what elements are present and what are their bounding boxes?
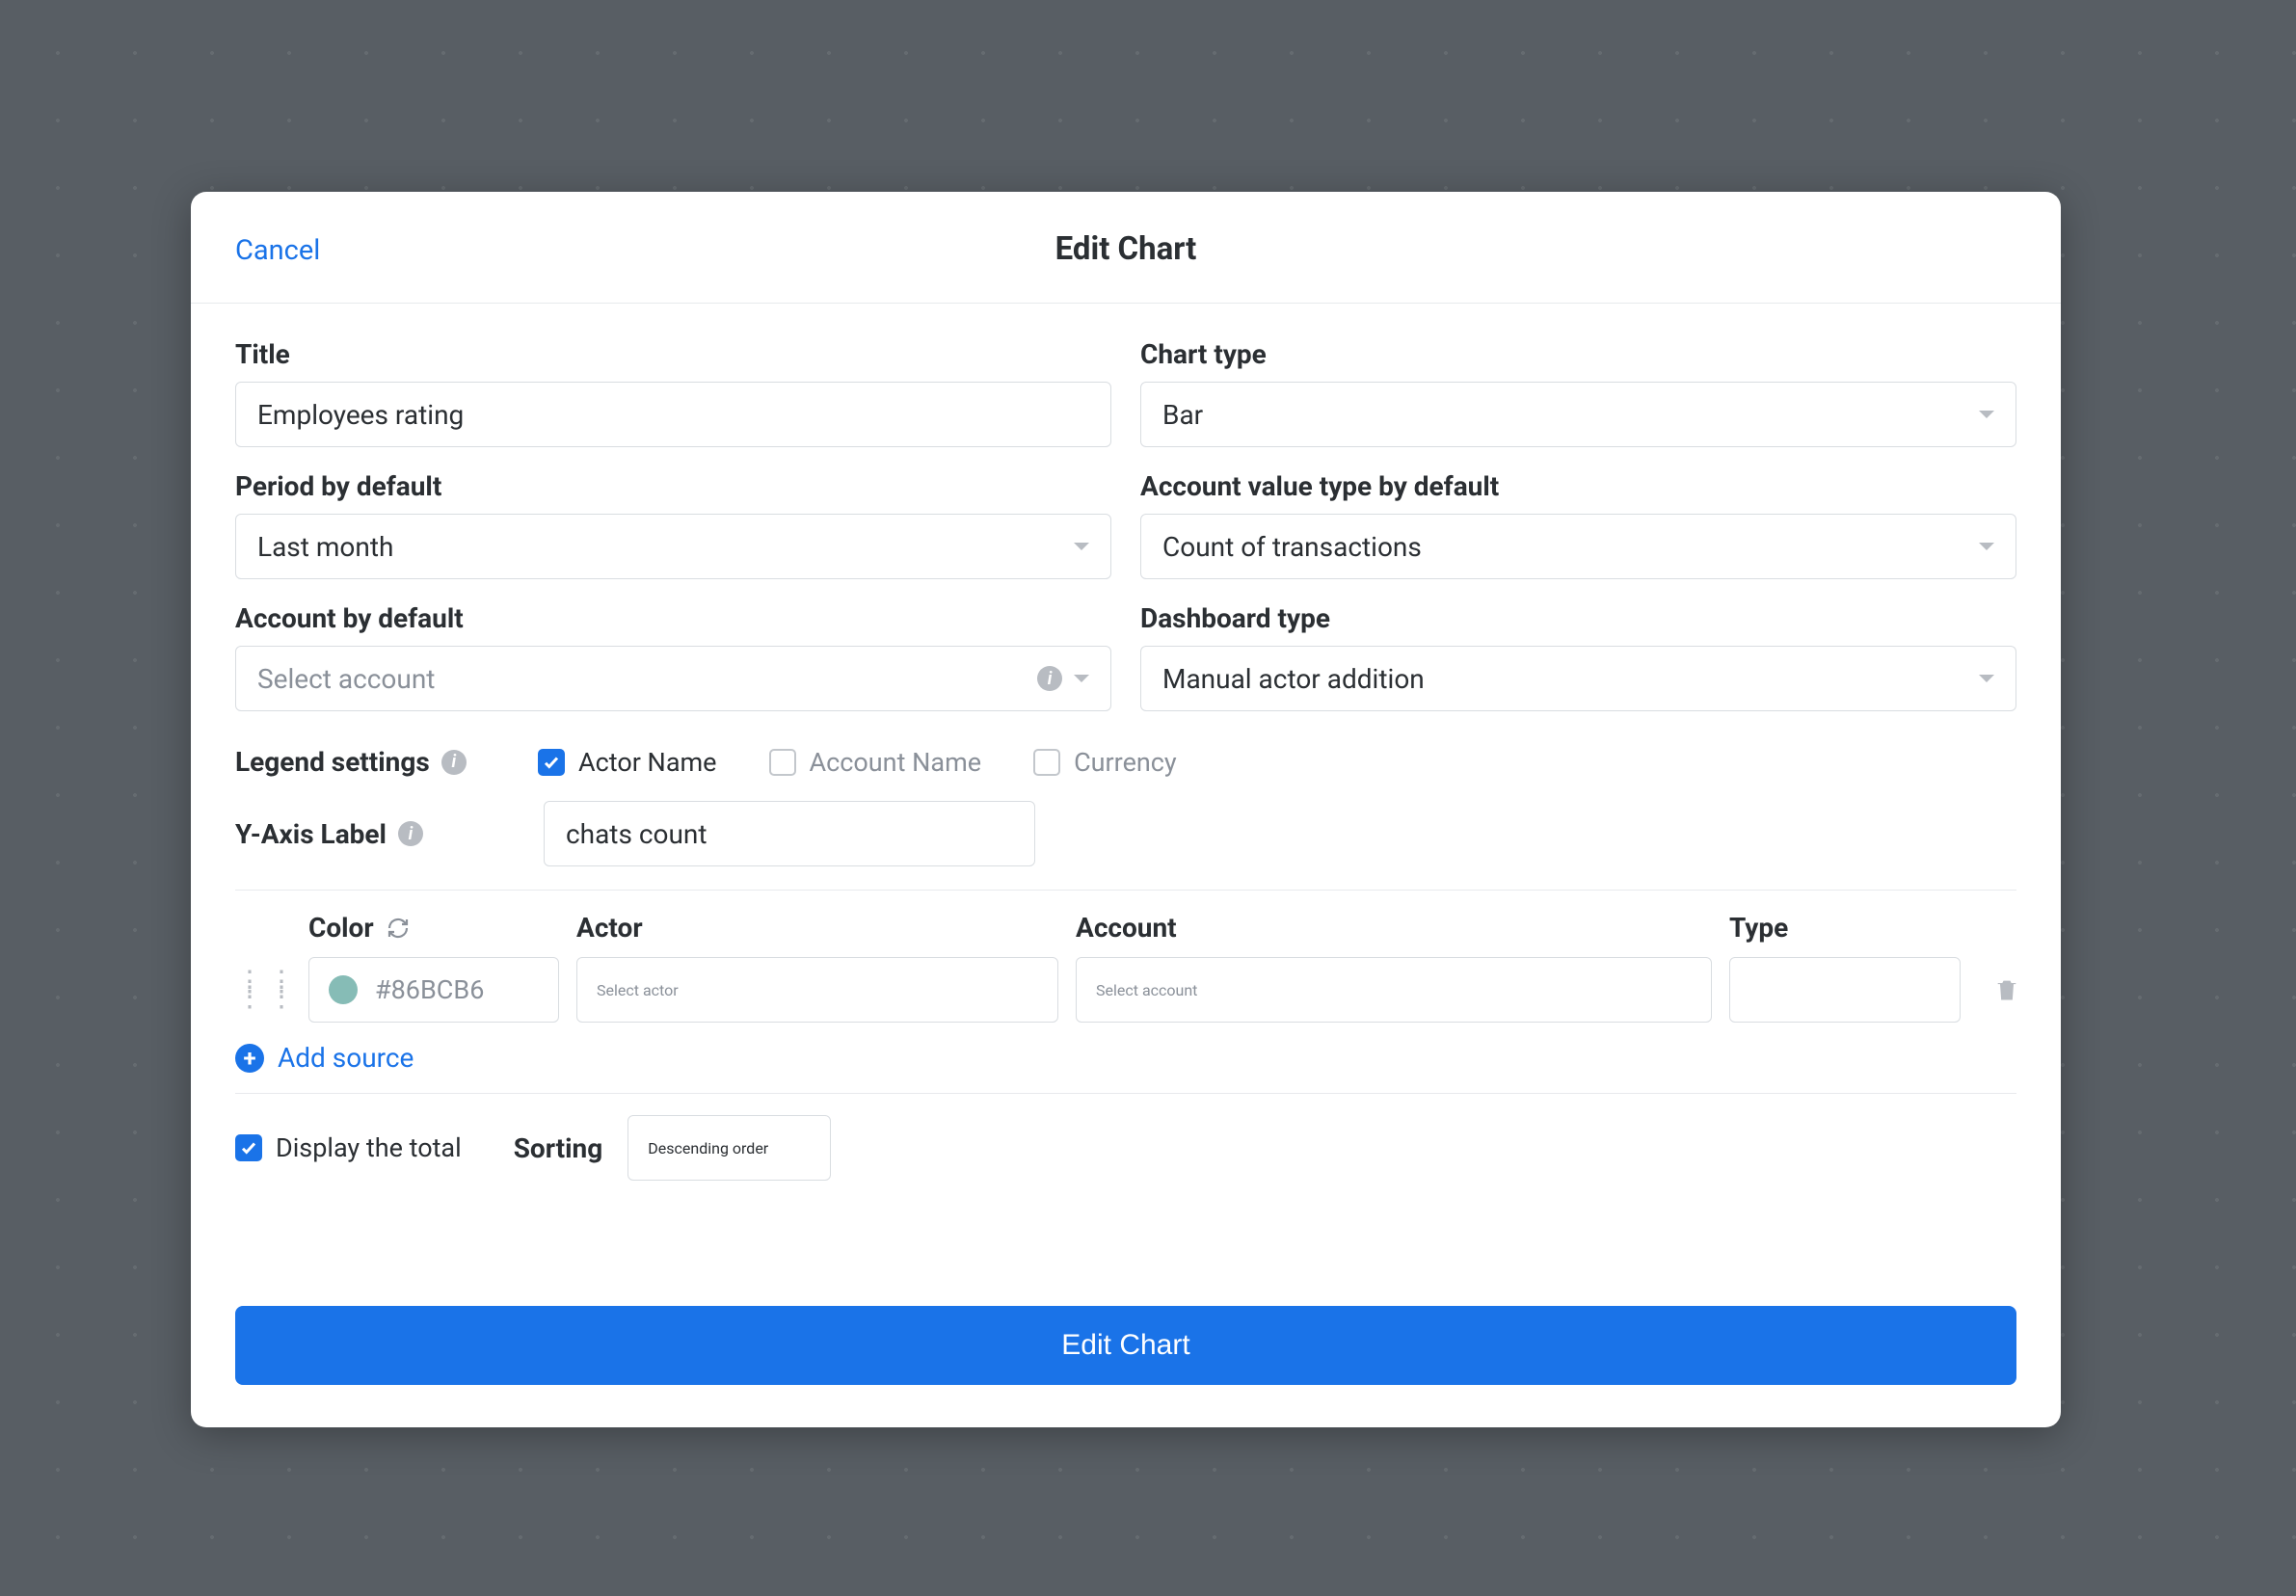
legend-settings-label: Legend settings bbox=[235, 746, 430, 778]
period-label: Period by default bbox=[235, 470, 1111, 502]
color-cell[interactable]: #86BCB6 bbox=[308, 957, 559, 1023]
actor-select[interactable]: Select actor bbox=[576, 957, 1058, 1023]
checkbox-currency-label: Currency bbox=[1074, 747, 1177, 778]
checkbox-currency[interactable]: Currency bbox=[1033, 747, 1177, 778]
info-icon[interactable]: i bbox=[1037, 666, 1062, 691]
title-label: Title bbox=[235, 338, 1111, 370]
checkbox-icon bbox=[1033, 749, 1060, 776]
checkbox-icon bbox=[769, 749, 796, 776]
chart-type-value: Bar bbox=[1162, 399, 1203, 431]
dashboard-type-select[interactable]: Manual actor addition bbox=[1140, 646, 2016, 711]
color-header: Color bbox=[308, 912, 374, 944]
account-value-type-value: Count of transactions bbox=[1162, 531, 1422, 563]
legend-settings-row: Legend settings i Actor Name Account Nam… bbox=[235, 746, 2016, 778]
account-default-placeholder: Select account bbox=[257, 663, 435, 695]
title-input[interactable] bbox=[235, 382, 1111, 447]
chevron-down-icon bbox=[1979, 543, 1994, 550]
trash-icon[interactable] bbox=[1978, 976, 2036, 1003]
modal-title: Edit Chart bbox=[235, 230, 2016, 268]
checkbox-display-total[interactable]: Display the total bbox=[235, 1132, 462, 1163]
account-value-type-label: Account value type by default bbox=[1140, 470, 2016, 502]
divider bbox=[235, 890, 2016, 891]
account-default-field: Account by default Select account i bbox=[235, 602, 1111, 711]
period-field: Period by default Last month bbox=[235, 470, 1111, 579]
yaxis-row: Y-Axis Label i bbox=[235, 801, 2016, 866]
actor-header: Actor bbox=[576, 912, 1058, 944]
add-source-label: Add source bbox=[278, 1042, 414, 1074]
account-value-type-field: Account value type by default Count of t… bbox=[1140, 470, 2016, 579]
chart-type-select[interactable]: Bar bbox=[1140, 382, 2016, 447]
edit-chart-button[interactable]: Edit Chart bbox=[235, 1306, 2016, 1385]
title-field: Title bbox=[235, 338, 1111, 447]
chart-type-field: Chart type Bar bbox=[1140, 338, 2016, 447]
drag-handle-icon[interactable]: ⋮⋮⋮⋮ bbox=[235, 974, 291, 1006]
chevron-down-icon bbox=[1979, 411, 1994, 418]
source-header: Color Actor Account Type bbox=[235, 912, 2016, 944]
source-table: Color Actor Account Type ⋮⋮⋮⋮ bbox=[235, 912, 2016, 1023]
chevron-down-icon bbox=[1074, 675, 1089, 682]
period-value: Last month bbox=[257, 531, 393, 563]
modal-header: Cancel Edit Chart bbox=[191, 192, 2061, 304]
type-select[interactable] bbox=[1729, 957, 1961, 1023]
form-grid: Title Chart type Bar Period by default L… bbox=[235, 338, 2016, 711]
yaxis-input[interactable] bbox=[544, 801, 1035, 866]
actor-placeholder: Select actor bbox=[597, 981, 679, 999]
account-value-type-select[interactable]: Count of transactions bbox=[1140, 514, 2016, 579]
plus-icon: + bbox=[235, 1044, 264, 1073]
account-default-select[interactable]: Select account i bbox=[235, 646, 1111, 711]
checkbox-icon bbox=[538, 749, 565, 776]
yaxis-label: Y-Axis Label bbox=[235, 818, 387, 850]
account-placeholder: Select account bbox=[1096, 981, 1197, 999]
dashboard-type-label: Dashboard type bbox=[1140, 602, 2016, 634]
add-source-button[interactable]: + Add source bbox=[235, 1042, 2016, 1074]
color-hex: #86BCB6 bbox=[375, 974, 484, 1005]
checkbox-account-name-label: Account Name bbox=[810, 747, 982, 778]
sorting-label: Sorting bbox=[514, 1132, 603, 1164]
display-sort-row: Display the total Sorting Descending ord… bbox=[235, 1115, 2016, 1181]
checkbox-actor-name-label: Actor Name bbox=[578, 747, 717, 778]
account-default-label: Account by default bbox=[235, 602, 1111, 634]
divider bbox=[235, 1093, 2016, 1094]
sorting-value: Descending order bbox=[648, 1139, 768, 1157]
checkbox-icon bbox=[235, 1134, 262, 1161]
dashboard-type-field: Dashboard type Manual actor addition bbox=[1140, 602, 2016, 711]
edit-chart-modal: Cancel Edit Chart Title Chart type Bar P… bbox=[191, 192, 2061, 1427]
type-header: Type bbox=[1729, 912, 1961, 944]
account-select[interactable]: Select account bbox=[1076, 957, 1712, 1023]
display-total-label: Display the total bbox=[276, 1132, 462, 1163]
chevron-down-icon bbox=[1979, 675, 1994, 682]
color-swatch bbox=[329, 975, 358, 1004]
refresh-icon[interactable] bbox=[386, 916, 411, 941]
sorting-field: Sorting Descending order bbox=[514, 1115, 832, 1181]
info-icon[interactable]: i bbox=[441, 750, 467, 775]
account-header: Account bbox=[1076, 912, 1712, 944]
dashboard-type-value: Manual actor addition bbox=[1162, 663, 1425, 695]
source-row: ⋮⋮⋮⋮ #86BCB6 Select actor Select account bbox=[235, 957, 2016, 1023]
chevron-down-icon bbox=[1074, 543, 1089, 550]
sorting-select[interactable]: Descending order bbox=[627, 1115, 831, 1181]
cancel-button[interactable]: Cancel bbox=[235, 234, 320, 267]
checkbox-account-name[interactable]: Account Name bbox=[769, 747, 982, 778]
chart-type-label: Chart type bbox=[1140, 338, 2016, 370]
modal-body: Title Chart type Bar Period by default L… bbox=[191, 304, 2061, 1200]
checkbox-actor-name[interactable]: Actor Name bbox=[538, 747, 717, 778]
info-icon[interactable]: i bbox=[398, 821, 423, 846]
period-select[interactable]: Last month bbox=[235, 514, 1111, 579]
modal-footer: Edit Chart bbox=[191, 1200, 2061, 1427]
